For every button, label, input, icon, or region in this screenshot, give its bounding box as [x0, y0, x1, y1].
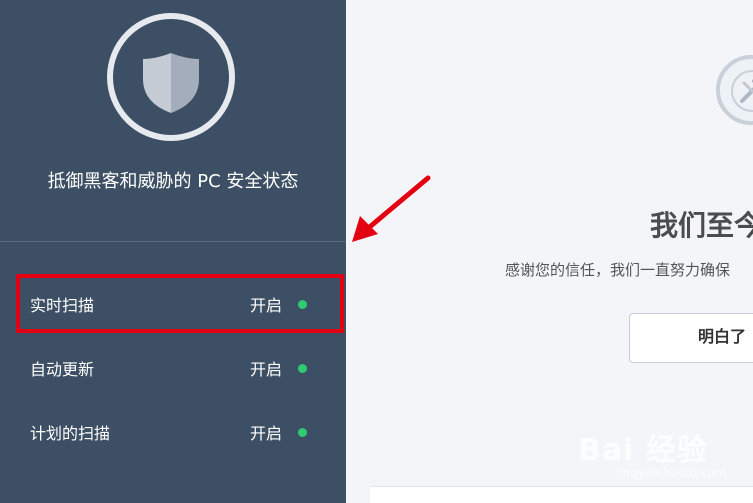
feature-label: 实时扫描: [30, 296, 95, 315]
shield-icon: [143, 53, 199, 113]
divider: [0, 241, 346, 242]
feature-label: 自动更新: [30, 360, 95, 379]
feature-scheduled-scan[interactable]: 计划的扫描 开启: [0, 403, 346, 461]
got-it-button[interactable]: 明白了: [629, 313, 753, 363]
status-dot-icon: [298, 299, 307, 309]
page-description: 感谢您的信任，我们一直努力确保: [505, 261, 731, 279]
watermark-logo: Bai 经验 jingyan.baidu.com: [578, 425, 727, 480]
feature-status: 开启: [250, 360, 283, 379]
feature-status: 开启: [250, 424, 283, 443]
page-title: 我们至今: [650, 209, 753, 242]
sidebar: 抵御黑客和威胁的 PC 安全状态 实时扫描 开启 自动更新 开启 计划的扫描 开…: [0, 0, 346, 503]
status-dot-icon: [298, 427, 307, 437]
feature-auto-update[interactable]: 自动更新 开启: [0, 339, 346, 397]
feature-status: 开启: [250, 296, 283, 315]
watermark-sub: jingyan.baidu.com: [616, 466, 727, 480]
annotation-arrow-icon: [352, 175, 431, 242]
bottom-card: [370, 486, 753, 503]
wrench-icon: [731, 70, 753, 112]
feature-realtime-scan[interactable]: 实时扫描 开启: [0, 275, 346, 333]
feature-label: 计划的扫描: [30, 424, 111, 443]
security-status-title: 抵御黑客和威胁的 PC 安全状态: [47, 171, 299, 192]
watermark-main: Bai 经验: [578, 433, 708, 468]
status-dot-icon: [298, 363, 307, 373]
security-status-badge: [107, 13, 235, 141]
